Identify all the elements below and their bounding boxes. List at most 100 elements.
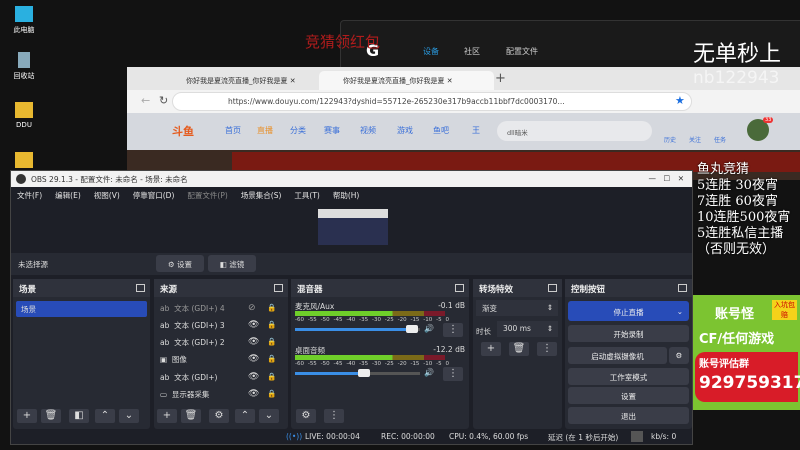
task-link[interactable]: 任务 — [714, 135, 726, 144]
source-item[interactable]: ab 文本 (GDI+) 3 👁 🔒 — [160, 320, 280, 334]
desktop-icon-this-pc[interactable]: 此电脑 — [4, 6, 44, 35]
remove-transition-button[interactable]: 🗑 — [509, 342, 529, 356]
channel-menu-button[interactable]: ⋮ — [443, 367, 463, 381]
nav-category[interactable]: 分类 — [290, 125, 306, 136]
nav-home[interactable]: 首页 — [225, 125, 241, 136]
source-settings-button[interactable]: ⚙ 设置 — [156, 255, 204, 272]
speaker-icon[interactable]: 🔊 — [424, 324, 434, 333]
volume-slider-handle[interactable] — [405, 325, 418, 333]
preview-area[interactable] — [11, 203, 692, 253]
menu-scene-collection[interactable]: 场景集合(S) — [241, 190, 282, 203]
meter-tick: -20 — [397, 361, 407, 367]
lock-icon[interactable]: 🔒 — [267, 354, 276, 363]
source-up-button[interactable]: ⌃ — [235, 409, 255, 423]
browser-tab-active[interactable]: 你好我是夏流亮直播_你好我是夏 ✕ — [319, 71, 494, 90]
desktop-icon-recycle-bin[interactable]: 回收站 — [4, 52, 44, 81]
start-recording-button[interactable]: 开始录制 — [568, 325, 689, 342]
source-item[interactable]: ▣ 图像 👁 🔒 — [160, 354, 280, 368]
add-source-button[interactable]: + — [157, 409, 177, 423]
lock-icon[interactable]: 🔒 — [267, 303, 276, 312]
ghub-nav-profiles[interactable]: 配置文件 — [506, 46, 538, 57]
eye-icon[interactable]: 👁 — [248, 320, 259, 330]
volume-slider[interactable] — [295, 325, 420, 333]
window-controls[interactable]: — ☐ ✕ — [648, 173, 684, 184]
lock-icon[interactable]: 🔒 — [267, 337, 276, 346]
remove-source-button[interactable]: 🗑 — [181, 409, 201, 423]
meter-tick: -25 — [384, 361, 394, 367]
menu-help[interactable]: 帮助(H) — [333, 190, 360, 203]
audio-settings-button[interactable]: ⚙ — [296, 409, 316, 423]
virtual-camera-settings-icon[interactable]: ⚙ — [669, 347, 689, 364]
douyu-search-input[interactable]: dll暗米 — [497, 121, 652, 141]
eye-icon[interactable]: 👁 — [248, 337, 259, 347]
refresh-icon[interactable]: ↻ — [159, 94, 168, 107]
menu-file[interactable]: 文件(F) — [17, 190, 42, 203]
browser-tab[interactable]: 你好我是夏流亮直播_你好我是夏 ✕ — [162, 71, 312, 90]
favorite-star-icon[interactable]: ★ — [675, 94, 685, 107]
ghub-nav-community[interactable]: 社区 — [464, 46, 480, 57]
source-item[interactable]: ▭ 显示器采集 👁 🔒 — [160, 389, 280, 403]
settings-button[interactable]: 设置 — [568, 387, 689, 404]
menu-profile[interactable]: 配置文件(P) — [187, 190, 227, 203]
ghub-nav-devices[interactable]: 设备 — [423, 46, 439, 57]
back-icon[interactable]: ← — [141, 94, 150, 107]
add-transition-button[interactable]: + — [481, 342, 501, 356]
meter-tick: -5 — [436, 317, 442, 323]
duration-label: 时长 — [476, 327, 491, 336]
hidden-eye-icon[interactable]: ⊘ — [248, 303, 256, 313]
nav-king[interactable]: 王 — [472, 125, 480, 136]
history-link[interactable]: 历史 — [664, 135, 676, 144]
mixer-menu-button[interactable]: ⋮ — [324, 409, 344, 423]
move-up-button[interactable]: ⌃ — [95, 409, 115, 423]
eye-icon[interactable]: 👁 — [248, 389, 259, 399]
source-item[interactable]: ab 文本 (GDI+) 4 ⊘ 🔒 — [160, 303, 280, 317]
speaker-icon[interactable]: 🔊 — [424, 368, 434, 377]
no-source-label: 未选择源 — [18, 260, 48, 269]
nav-live[interactable]: 直播 — [257, 125, 273, 136]
nav-video[interactable]: 视频 — [360, 125, 376, 136]
exit-button[interactable]: 退出 — [568, 407, 689, 424]
nav-events[interactable]: 赛事 — [324, 125, 340, 136]
status-bar: ((•)) LIVE: 00:00:04 REC: 00:00:00 CPU: … — [11, 429, 694, 445]
meter-tick: -60 — [295, 361, 304, 367]
scene-item[interactable]: 场景 — [16, 301, 147, 317]
menu-edit[interactable]: 编辑(E) — [55, 190, 81, 203]
source-item[interactable]: ab 文本 (GDI+) 👁 🔒 — [160, 372, 280, 386]
remove-scene-button[interactable]: 🗑 — [41, 409, 61, 423]
start-virtual-camera-button[interactable]: 启动虚拟摄像机 — [568, 347, 667, 364]
ad-banner[interactable]: 账号怪 入坑包赔 CF/任何游戏 账号评估群 929759317 — [693, 295, 800, 410]
studio-mode-button[interactable]: 工作室模式 — [568, 368, 689, 385]
source-properties-button[interactable]: ⚙ — [209, 409, 229, 423]
new-tab-icon[interactable]: + — [495, 71, 506, 86]
eye-icon[interactable]: 👁 — [248, 372, 259, 382]
lock-icon[interactable]: 🔒 — [267, 389, 276, 398]
meter-ticks: -60 -55 -50 -45 -40 -35 -30 -25 -20 -15 -10 -5 0 — [295, 317, 449, 323]
lock-icon[interactable]: 🔒 — [267, 320, 276, 329]
source-filters-button[interactable]: ◧ 滤镜 — [208, 255, 256, 272]
meter-ticks: -60 -55 -50 -45 -40 -35 -30 -25 -20 -15 -10 -5 0 — [295, 361, 449, 367]
channel-menu-button[interactable]: ⋮ — [443, 323, 463, 337]
stop-streaming-button[interactable]: 停止直播 ⌄ — [568, 301, 689, 321]
menu-docks[interactable]: 停靠窗口(D) — [133, 190, 175, 203]
add-scene-button[interactable]: + — [17, 409, 37, 423]
menu-view[interactable]: 视图(V) — [94, 190, 120, 203]
follow-link[interactable]: 关注 — [689, 135, 701, 144]
source-down-button[interactable]: ⌄ — [259, 409, 279, 423]
recycle-bin-icon — [18, 52, 30, 68]
nav-games[interactable]: 游戏 — [397, 125, 413, 136]
address-bar[interactable]: https://www.douyu.com/122943?dyshid=5571… — [172, 92, 692, 111]
transition-menu-button[interactable]: ⋮ — [537, 342, 557, 356]
mixer-dock: 混音器 麦克风/Aux -0.1 dB -60 -55 -50 -45 -40 -35 -3… — [291, 279, 469, 429]
desktop-icon-ddu[interactable]: DDU — [4, 102, 44, 129]
nav-fishbar[interactable]: 鱼吧 — [433, 125, 449, 136]
volume-slider-handle[interactable] — [358, 369, 370, 377]
volume-slider[interactable] — [295, 369, 420, 377]
scene-filters-button[interactable]: ◧ — [69, 409, 89, 423]
duration-input[interactable]: 300 ms ⇕ — [497, 321, 558, 337]
transition-select[interactable]: 渐变 ⇕ — [476, 300, 558, 316]
eye-icon[interactable]: 👁 — [248, 354, 259, 364]
lock-icon[interactable]: 🔒 — [267, 372, 276, 381]
source-item[interactable]: ab 文本 (GDI+) 2 👁 🔒 — [160, 337, 280, 351]
move-down-button[interactable]: ⌄ — [119, 409, 139, 423]
menu-tools[interactable]: 工具(T) — [294, 190, 319, 203]
